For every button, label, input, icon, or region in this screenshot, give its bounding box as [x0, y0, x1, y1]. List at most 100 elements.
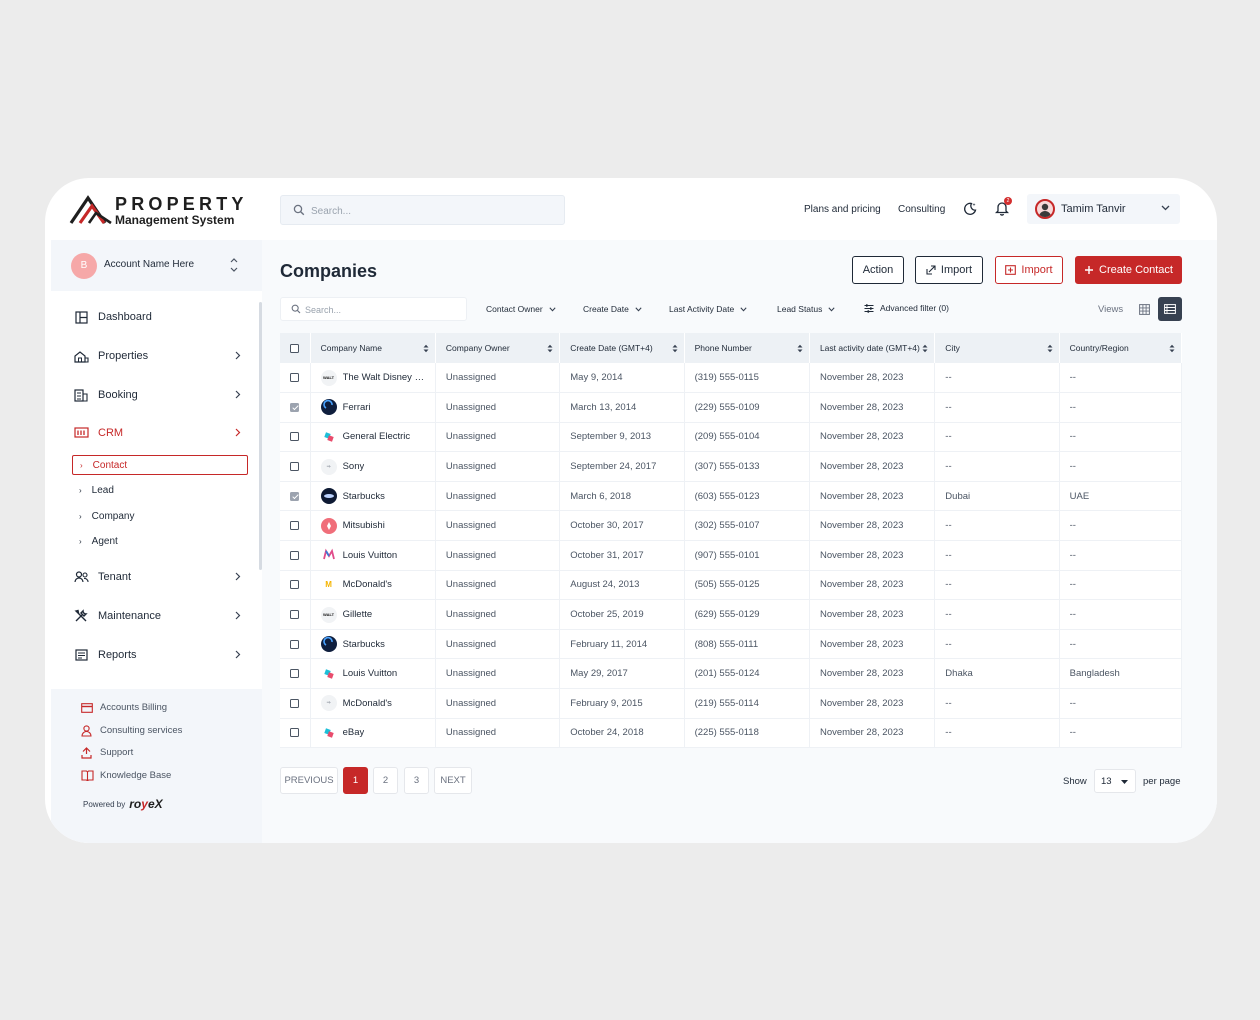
company-name: Gillette — [342, 609, 373, 621]
row-checkbox[interactable] — [290, 610, 300, 620]
user-name: Tamim Tanvir — [1061, 203, 1126, 215]
owner-cell: Unassigned — [435, 718, 561, 749]
dark-mode-icon[interactable] — [963, 202, 977, 216]
sidebar-subitem-company[interactable]: › Company — [72, 506, 248, 526]
sidebar-item-crm[interactable]: CRM — [73, 423, 241, 443]
table-row[interactable]: ⇒ McDonald's Unassigned February 9, 2015 (21… — [280, 688, 1183, 719]
account-switcher[interactable]: B Account Name Here — [51, 240, 262, 291]
table-row[interactable]: Louis Vuitton Unassigned May 29, 2017 (201)… — [280, 658, 1183, 690]
country-cell: Bangladesh — [1059, 658, 1183, 690]
table-row[interactable]: Starbucks Unassigned February 11, 2014 (808… — [280, 629, 1183, 660]
page-1-button[interactable]: 1 — [343, 767, 368, 794]
company-logo-icon — [320, 488, 337, 505]
row-checkbox[interactable] — [290, 669, 300, 679]
create-date-cell: February 11, 2014 — [559, 629, 685, 660]
sidebar-subitem-lead[interactable]: › Lead — [72, 480, 248, 500]
row-checkbox[interactable] — [290, 432, 300, 442]
companies-table: Company Name Company Owner Create Date (… — [280, 333, 1183, 749]
city-cell: Dubai — [934, 481, 1060, 512]
select-all-checkbox[interactable] — [290, 344, 300, 354]
table-row[interactable]: Mitsubishi Unassigned October 30, 2017 (302… — [280, 510, 1183, 542]
table-search[interactable] — [280, 297, 467, 321]
table-row[interactable]: Starbucks Unassigned March 6, 2018 (603) 55… — [280, 481, 1183, 512]
sidebar-item-reports[interactable]: Reports — [73, 645, 241, 665]
next-page-button[interactable]: NEXT — [434, 767, 472, 794]
brand-logo[interactable]: PROPERTY Management System — [69, 195, 249, 226]
column-phone-number[interactable]: Phone Number — [684, 333, 810, 363]
owner-cell: Unassigned — [435, 570, 561, 601]
sidebar-item-properties[interactable]: Properties — [73, 346, 241, 366]
sidebar-item-dashboard[interactable]: Dashboard — [73, 307, 241, 327]
consulting-services-link[interactable]: Consulting services — [81, 724, 182, 737]
plans-pricing-link[interactable]: Plans and pricing — [804, 204, 881, 215]
consulting-link[interactable]: Consulting — [898, 204, 945, 215]
list-view-button[interactable] — [1158, 297, 1182, 321]
create-date-cell: October 31, 2017 — [559, 540, 685, 571]
table-row[interactable]: M McDonald's Unassigned August 24, 2013 (505… — [280, 570, 1183, 601]
column-last-activity[interactable]: Last activity date (GMT+4) — [809, 333, 936, 363]
row-checkbox[interactable] — [290, 521, 300, 531]
column-company-owner[interactable]: Company Owner — [435, 333, 561, 363]
notifications-button[interactable]: 2 — [994, 197, 1012, 221]
row-checkbox[interactable] — [290, 550, 300, 560]
import-file-button[interactable]: Import — [995, 256, 1063, 284]
create-contact-button[interactable]: Create Contact — [1075, 256, 1182, 284]
import-button[interactable]: Import — [915, 256, 983, 284]
row-checkbox[interactable] — [290, 698, 300, 708]
accounts-billing-link[interactable]: Accounts Billing — [81, 701, 167, 714]
sidebar-item-tenant[interactable]: Tenant — [73, 567, 241, 587]
royex-logo: royeX — [129, 797, 163, 811]
action-button[interactable]: Action — [852, 256, 904, 284]
sidebar-subitem-agent[interactable]: › Agent — [72, 531, 248, 551]
user-menu[interactable]: Tamim Tanvir — [1027, 194, 1180, 224]
account-avatar: B — [71, 253, 97, 279]
knowledge-base-link[interactable]: Knowledge Base — [81, 769, 171, 782]
filter-create-date[interactable]: Create Date — [583, 304, 642, 314]
table-row[interactable]: WALT Gillette Unassigned October 25, 2019 (6… — [280, 599, 1183, 630]
filter-lead-status[interactable]: Lead Status — [777, 304, 835, 314]
previous-page-button[interactable]: PREVIOUS — [280, 767, 338, 794]
filter-contact-owner[interactable]: Contact Owner — [486, 304, 556, 314]
last-activity-cell: November 28, 2023 — [809, 451, 936, 482]
sidebar: B Account Name Here Dashboard Properties… — [51, 240, 262, 843]
properties-icon — [73, 350, 89, 363]
page-3-button[interactable]: 3 — [404, 767, 429, 794]
row-select-cell — [280, 392, 311, 423]
column-city[interactable]: City — [934, 333, 1060, 363]
company-name: Starbucks — [342, 638, 385, 650]
table-row[interactable]: Louis Vuitton Unassigned October 31, 2017(… — [280, 540, 1183, 571]
filter-last-activity-date[interactable]: Last Activity Date — [669, 304, 747, 314]
table-row[interactable]: Ferrari Unassigned March 13, 2014 (229) 555… — [280, 392, 1183, 423]
company-logo-icon — [320, 665, 337, 682]
column-create-date[interactable]: Create Date (GMT+4) — [559, 333, 685, 363]
row-checkbox[interactable] — [290, 402, 300, 412]
table-row[interactable]: eBay Unassigned October 24, 2018 (225) 555-… — [280, 718, 1183, 749]
page-2-button[interactable]: 2 — [373, 767, 398, 794]
last-activity-cell: November 28, 2023 — [809, 599, 936, 630]
table-row[interactable]: ⇒ Sony Unassigned September 24, 2017 (307) 5… — [280, 451, 1183, 482]
advanced-filter-button[interactable]: Advanced filter (0) — [864, 303, 949, 313]
table-search-input[interactable] — [305, 302, 455, 318]
row-checkbox[interactable] — [290, 639, 300, 649]
row-checkbox[interactable] — [290, 462, 300, 472]
table-row[interactable]: WALT The Walt Disney C... Unassigned May 9,… — [280, 363, 1183, 394]
sidebar-subitem-contact[interactable]: › Contact — [72, 455, 248, 475]
column-country[interactable]: Country/Region — [1059, 333, 1183, 363]
table-row[interactable]: General Electric Unassigned September 9, 2… — [280, 422, 1183, 453]
company-cell: Starbucks — [310, 629, 436, 660]
per-page-select[interactable]: 13 — [1094, 769, 1136, 793]
global-search[interactable] — [280, 195, 565, 225]
sort-icon — [1169, 344, 1175, 353]
row-checkbox[interactable] — [290, 373, 300, 383]
support-link[interactable]: Support — [81, 746, 133, 759]
row-checkbox[interactable] — [290, 728, 300, 738]
row-checkbox[interactable] — [290, 580, 300, 590]
chevron-right-icon — [235, 390, 241, 399]
sidebar-item-maintenance[interactable]: Maintenance — [73, 606, 241, 626]
global-search-input[interactable] — [311, 202, 551, 220]
row-select-cell — [280, 658, 311, 690]
row-checkbox[interactable] — [290, 491, 300, 501]
grid-view-button[interactable] — [1134, 299, 1154, 319]
sidebar-item-booking[interactable]: Booking — [73, 385, 241, 405]
column-company-name[interactable]: Company Name — [310, 333, 436, 363]
